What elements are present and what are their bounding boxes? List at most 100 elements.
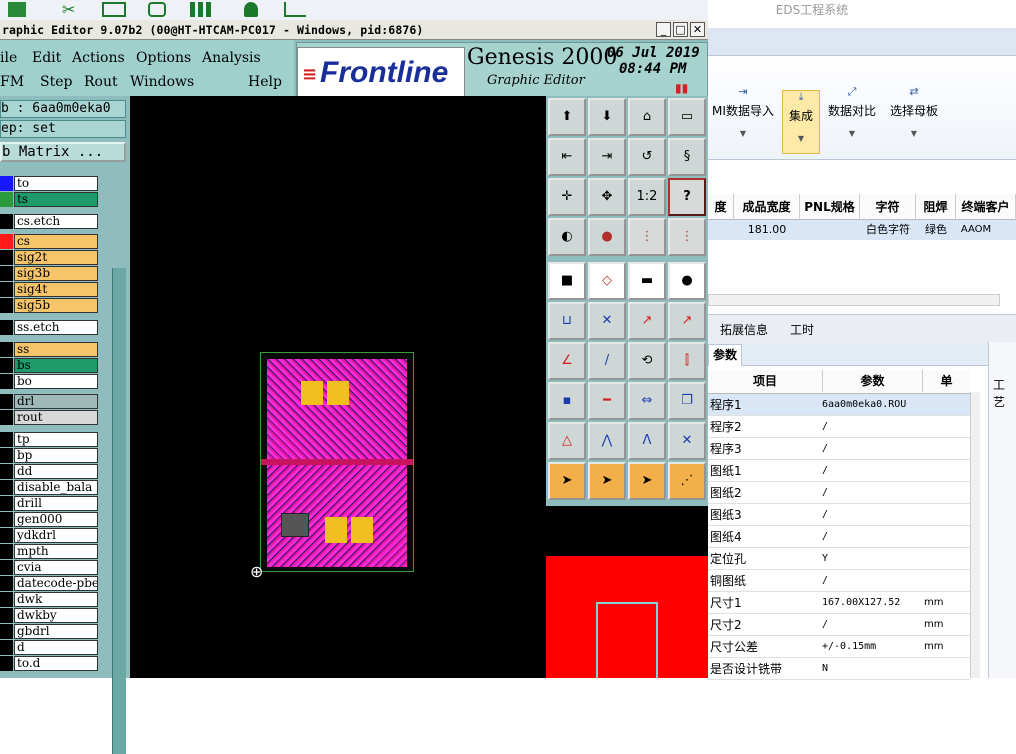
param-value[interactable]: Y [822,548,920,570]
param-value[interactable]: / [822,416,920,438]
layer-color-swatch[interactable] [0,544,13,559]
pan-icon[interactable]: ✥ [588,178,626,216]
layer-item[interactable]: disable_bala [14,480,98,495]
param-value[interactable]: / [822,614,920,636]
layer-item[interactable]: mpth [14,544,98,559]
grid-header[interactable]: 字符 [860,194,916,220]
maximize-button[interactable]: □ [673,22,688,37]
layer-item[interactable]: cs.etch [14,214,98,229]
param-value[interactable]: 167.00X127.52 [822,592,920,614]
table-row[interactable]: 铜图纸 / [708,570,970,592]
corner-icon[interactable]: ▪ [548,382,586,420]
probe-icon[interactable]: ● [588,218,626,256]
cut-line-icon[interactable]: ━ [588,382,626,420]
menu-windows[interactable]: Windows [130,74,194,90]
layer-color-swatch[interactable] [0,480,13,495]
layer-color-swatch[interactable] [0,342,13,357]
prev-icon[interactable]: ⇤ [548,138,586,176]
layer-item[interactable]: to.d [14,656,98,671]
layer-color-swatch[interactable] [0,410,13,425]
layer-item[interactable]: gbdrl [14,624,98,639]
layer-item[interactable]: ydkdrl [14,528,98,543]
pcb-board[interactable] [260,352,414,572]
angle-icon[interactable]: Λ [628,422,666,460]
arch-icon[interactable]: ⋀ [588,422,626,460]
slash-icon[interactable]: / [588,342,626,380]
layer-item[interactable]: bo [14,374,98,389]
layer-scrollbar[interactable] [112,268,126,754]
layer-item[interactable]: dd [14,464,98,479]
pointer-icon[interactable]: ➤ [548,462,586,500]
layer-color-swatch[interactable] [0,282,13,297]
layer-color-swatch[interactable] [0,512,13,527]
layer-item[interactable]: gen000 [14,512,98,527]
param-value[interactable]: / [822,438,920,460]
open-step-icon[interactable]: ⬆ [548,98,586,136]
table-row[interactable]: 是否设计铣带 N [708,658,970,680]
measure-icon[interactable]: ⇔ [628,382,666,420]
table-row[interactable]: 图纸2 / [708,482,970,504]
menu-file[interactable]: ile [0,50,17,66]
layer-item[interactable]: sig3b [14,266,98,281]
layer-color-swatch[interactable] [0,624,13,639]
menu-dfm[interactable]: FM [0,74,24,90]
grid-cell[interactable]: AAOM [956,220,996,240]
menu-analysis[interactable]: Analysis [202,50,261,66]
table-row[interactable]: 图纸4 / [708,526,970,548]
layer-item[interactable]: bs [14,358,98,373]
menu-edit[interactable]: Edit [32,50,61,66]
palette-icon[interactable]: ◐ [548,218,586,256]
layer-item[interactable]: ts [14,192,98,207]
minimize-button[interactable]: _ [656,22,671,37]
layer-item[interactable]: sig2t [14,250,98,265]
arc-icon[interactable]: ⟲ [628,342,666,380]
home-icon[interactable]: ⌂ [628,98,666,136]
move-node-icon[interactable]: ↗ [628,302,666,340]
layer-item[interactable]: sig4t [14,282,98,297]
tab-process[interactable]: 工艺 [993,376,1016,410]
param-value[interactable]: / [822,482,920,504]
layer-color-swatch[interactable] [0,234,13,249]
ruler-icon[interactable]: ▬ [628,262,666,300]
layer-color-swatch[interactable] [0,192,13,207]
table-row[interactable]: 程序2 / [708,416,970,438]
param-value[interactable]: / [822,526,920,548]
param-header-item[interactable]: 项目 [708,370,822,392]
pointer-shape-icon[interactable]: ➤ [628,462,666,500]
shapes-icon[interactable]: ❐ [668,382,706,420]
menu-rout[interactable]: Rout [84,74,118,90]
layer-item[interactable]: drl [14,394,98,409]
add-node-icon[interactable]: ↗ [668,302,706,340]
data-compare-button[interactable]: ⤢ 数据对比 ▼ [824,86,880,139]
table-row[interactable]: 尺寸2 / mm [708,614,970,636]
param-value[interactable]: +/-0.15mm [822,636,920,658]
layer-item[interactable]: dwkby [14,608,98,623]
window-icon[interactable]: ▭ [668,98,706,136]
layer-item[interactable]: cvia [14,560,98,575]
grid-header[interactable]: 度 [708,194,734,220]
layer-item[interactable]: bp [14,448,98,463]
vertical-scrollbar[interactable] [970,392,980,678]
grid-header[interactable]: PNL规格 [800,194,860,220]
layers-icon[interactable]: ⋮ [628,218,666,256]
layer-color-swatch[interactable] [0,394,13,409]
param-value[interactable]: N [822,658,920,680]
grid-cell[interactable]: 白色字符 [860,220,916,240]
layer-item[interactable]: tp [14,432,98,447]
grid-header[interactable]: 终端客户 [956,194,1016,220]
layer-color-swatch[interactable] [0,214,13,229]
layer-item[interactable]: rout [14,410,98,425]
layer-color-swatch[interactable] [0,560,13,575]
pointer-net-icon[interactable]: ⋰ [668,462,706,500]
layer-color-swatch[interactable] [0,320,13,335]
layer-item[interactable]: ss.etch [14,320,98,335]
job-matrix-button[interactable]: b Matrix ... [0,142,126,162]
layer-color-swatch[interactable] [0,448,13,463]
graphic-canvas[interactable]: ⊕ [130,96,546,678]
zoom-ratio-button[interactable]: 1:2 [628,178,666,216]
layer-color-swatch[interactable] [0,656,13,671]
menu-actions[interactable]: Actions [72,50,125,66]
layer-color-swatch[interactable] [0,432,13,447]
close-button[interactable]: ✕ [690,22,705,37]
user-icon[interactable] [244,2,258,17]
